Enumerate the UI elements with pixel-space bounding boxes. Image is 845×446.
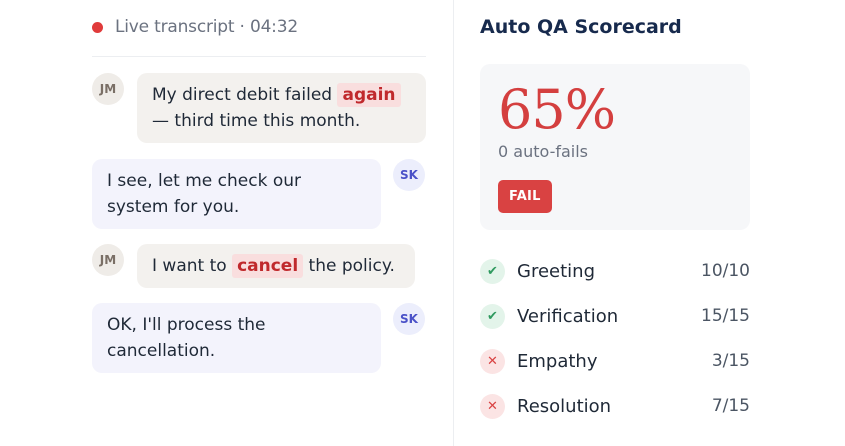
x-icon: ✕ [480, 348, 505, 374]
message-text: — third time this month. [152, 111, 361, 131]
message-text: I want to [152, 256, 233, 276]
agent-message: OK, I'll process the cancellation. [92, 303, 381, 373]
avatar: JM [92, 73, 124, 105]
overall-score: 65% [498, 78, 616, 141]
criterion-name: Verification [517, 305, 619, 327]
criterion-score: 15/15 [701, 306, 750, 326]
criterion-row-greeting: ✔ Greeting 10/10 [480, 256, 750, 286]
message-text: the policy. [303, 256, 395, 276]
score-summary-card: 65% 0 auto-fails FAIL [480, 64, 750, 230]
status-badge: FAIL [498, 180, 552, 213]
avatar: JM [92, 244, 124, 276]
live-transcript-label: Live transcript · 04:32 [115, 17, 298, 37]
keyword-highlight: cancel [232, 254, 304, 278]
criterion-name: Greeting [517, 260, 595, 282]
customer-message: I want to cancel the policy. [137, 244, 415, 288]
agent-message: I see, let me check our system for you. [92, 159, 381, 229]
criterion-row-empathy: ✕ Empathy 3/15 [480, 346, 750, 376]
scorecard-panel: Auto QA Scorecard 65% 0 auto-fails FAIL … [454, 0, 845, 446]
criterion-score: 10/10 [701, 261, 750, 281]
criterion-row-resolution: ✕ Resolution 7/15 [480, 391, 750, 421]
message-text: OK, I'll process the cancellation. [107, 315, 266, 361]
check-icon: ✔ [480, 258, 505, 284]
message-text: My direct debit failed [152, 85, 338, 105]
criterion-name: Resolution [517, 395, 612, 417]
x-icon: ✕ [480, 393, 505, 419]
criterion-name: Empathy [517, 350, 598, 372]
live-indicator-dot-icon [92, 21, 103, 33]
transcript-panel: Live transcript · 04:32 JM My direct deb… [0, 0, 453, 446]
criterion-score: 7/15 [711, 396, 750, 416]
criterion-score: 3/15 [711, 351, 750, 371]
avatar: SK [393, 303, 425, 335]
criterion-row-verification: ✔ Verification 15/15 [480, 301, 750, 331]
scorecard-title: Auto QA Scorecard [480, 16, 682, 38]
avatar: SK [393, 159, 425, 191]
header-divider [92, 56, 426, 57]
check-icon: ✔ [480, 303, 505, 329]
live-transcript-header: Live transcript · 04:32 [92, 14, 298, 40]
keyword-highlight: again [337, 83, 401, 107]
auto-fails-count: 0 auto-fails [498, 142, 589, 161]
message-text: I see, let me check our system for you. [107, 171, 302, 217]
customer-message: My direct debit failed again — third time… [137, 73, 426, 143]
